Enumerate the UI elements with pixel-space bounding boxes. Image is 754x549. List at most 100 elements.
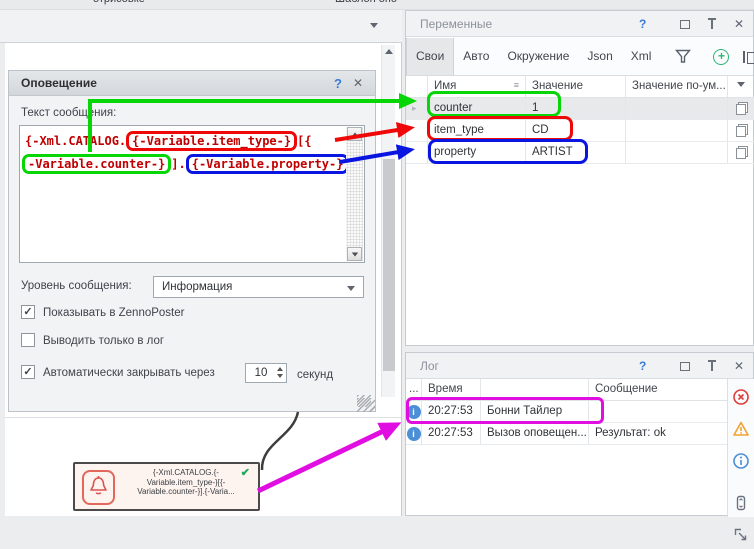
info-icon: i (407, 405, 421, 419)
message-scroll-up-button[interactable] (347, 127, 362, 141)
variable-default[interactable] (626, 98, 728, 120)
close-icon[interactable]: ✕ (734, 17, 744, 31)
bell-icon (84, 472, 113, 503)
variable-name[interactable]: item_type (428, 120, 526, 142)
warnings-filter-button[interactable] (732, 420, 750, 443)
close-icon[interactable]: ✕ (734, 359, 744, 373)
add-variable-button[interactable]: + (706, 38, 736, 75)
log-filter-toolbar (727, 379, 754, 517)
message-scroll-down-button[interactable] (347, 247, 362, 261)
log-row-2[interactable]: i 20:27:53 Вызов оповещен... Результат: … (406, 423, 727, 445)
log-action-column-header[interactable] (481, 379, 589, 401)
variable-row-item-type[interactable]: item_type CD (406, 120, 754, 142)
plus-circle-icon: + (713, 49, 729, 65)
copy-cell[interactable] (728, 120, 754, 142)
message-line2-mid: ]. (171, 157, 185, 171)
scrollbar-thumb[interactable] (383, 159, 395, 371)
message-text-input[interactable]: {-Xml.CATALOG.{-Variable.item_type-}[{ -… (19, 125, 365, 263)
top-fragment-left: отрисовке (93, 0, 145, 5)
log-time-column-header[interactable]: Время (422, 379, 481, 401)
copy-cell[interactable] (728, 98, 754, 120)
log-message-column-header[interactable]: Сообщение (589, 379, 727, 401)
triangle-up-icon (385, 49, 393, 54)
log-icon-column-header: ... (406, 379, 422, 401)
expand-log-button[interactable] (732, 526, 750, 549)
log-panel: Лог ? ✕ ... Время Сообщение i 20:27:53 Б… (405, 352, 754, 516)
seconds-spinner[interactable]: 10 (245, 363, 287, 383)
close-icon[interactable]: ✕ (353, 76, 363, 90)
log-time: 20:27:53 (422, 423, 481, 445)
settings-toolbar-strip (0, 10, 402, 43)
column-header-name[interactable]: Имя≡ (428, 76, 526, 98)
variable-default[interactable] (626, 120, 728, 142)
variables-panel-header[interactable]: Переменные ? ✕ (406, 11, 753, 37)
variable-row-property[interactable]: property ARTIST (406, 142, 754, 164)
level-combobox[interactable]: Информация (153, 276, 364, 298)
maximize-icon[interactable] (680, 362, 690, 371)
notification-dialog: Оповещение ? ✕ Текст сообщения: {-Xml.CA… (8, 70, 376, 412)
log-panel-header[interactable]: Лог ? ✕ (406, 353, 753, 379)
help-icon[interactable]: ? (334, 76, 342, 91)
autoclose-checkbox[interactable]: ✓ (21, 365, 35, 379)
help-icon[interactable]: ? (639, 17, 646, 31)
dialog-title: Оповещение (21, 76, 97, 90)
message-scrollbar[interactable] (346, 127, 363, 261)
variable-default[interactable] (626, 142, 728, 164)
log-message (589, 401, 727, 423)
variable-value[interactable]: 1 (526, 98, 626, 120)
log-panel-title: Лог (420, 359, 439, 373)
log-message: Результат: ok (589, 423, 727, 445)
variable-value[interactable]: CD (526, 120, 626, 142)
canvas-vertical-scrollbar[interactable] (381, 45, 395, 397)
success-check-icon: ✔ (241, 466, 250, 479)
copy-column-header (728, 76, 754, 98)
help-icon[interactable]: ? (639, 359, 646, 373)
resize-grip[interactable] (357, 398, 375, 412)
variables-tabbar: Свои Авто Окружение Json Xml + (406, 38, 753, 76)
notification-action-node[interactable]: {-Xml.CATALOG.{- Variable.item_type-}[{-… (73, 462, 260, 511)
variable-name[interactable]: property (428, 142, 526, 164)
log-row-1[interactable]: i 20:27:53 Бонни Тайлер (406, 401, 727, 423)
column-header-default[interactable]: Значение по-ум... (626, 76, 728, 98)
node-label: {-Xml.CATALOG.{- Variable.item_type-}[{-… (119, 468, 253, 497)
spin-up-icon[interactable] (277, 367, 283, 371)
level-label: Уровень сообщения: (21, 280, 132, 292)
tab-xml[interactable]: Xml (622, 38, 661, 75)
variable-value[interactable]: ARTIST (526, 142, 626, 164)
variable-name[interactable]: counter (428, 98, 526, 120)
maximize-icon[interactable] (680, 20, 690, 29)
scrollbar-icon (732, 494, 750, 512)
rename-variable-button[interactable] (736, 38, 754, 75)
autoscroll-button[interactable] (732, 494, 750, 517)
info-filter-button[interactable] (732, 452, 750, 475)
log-only-checkbox[interactable] (21, 333, 35, 347)
tab-okruzhenie[interactable]: Окружение (498, 38, 578, 75)
spin-down-icon[interactable] (277, 374, 283, 378)
tab-svoi[interactable]: Свои (406, 38, 454, 75)
variables-panel-title: Переменные (420, 17, 492, 31)
tab-avto[interactable]: Авто (454, 38, 498, 75)
panel-dropdown-icon[interactable] (370, 23, 378, 28)
errors-filter-button[interactable] (732, 388, 750, 411)
autoclose-label: Автоматически закрывать через (43, 367, 215, 379)
bell-icon-frame (82, 470, 115, 505)
column-header-value[interactable]: Значение (526, 76, 626, 98)
scroll-up-button[interactable] (382, 45, 396, 58)
variables-header-row: Имя≡ Значение Значение по-ум... (406, 76, 754, 98)
show-in-zennoposter-checkbox[interactable]: ✓ (21, 305, 35, 319)
log-action: Бонни Тайлер (481, 401, 589, 423)
top-clipped-strip: отрисовке Шаблон опо (0, 0, 754, 10)
tab-json[interactable]: Json (578, 38, 621, 75)
warning-triangle-icon (732, 420, 750, 438)
copy-cell[interactable] (728, 142, 754, 164)
current-row-icon: ▸ (412, 103, 417, 114)
pin-icon[interactable] (707, 18, 717, 31)
dialog-titlebar[interactable]: Оповещение ? ✕ (9, 71, 375, 96)
copy-icon (736, 102, 748, 115)
filter-button[interactable] (668, 38, 698, 75)
info-circle-icon (732, 452, 750, 470)
settings-panel-bottom-edge (5, 417, 401, 418)
variable-row-counter[interactable]: ▸ counter 1 (406, 98, 754, 120)
show-in-zennoposter-label: Показывать в ZennoPoster (43, 307, 184, 319)
pin-icon[interactable] (707, 360, 717, 373)
